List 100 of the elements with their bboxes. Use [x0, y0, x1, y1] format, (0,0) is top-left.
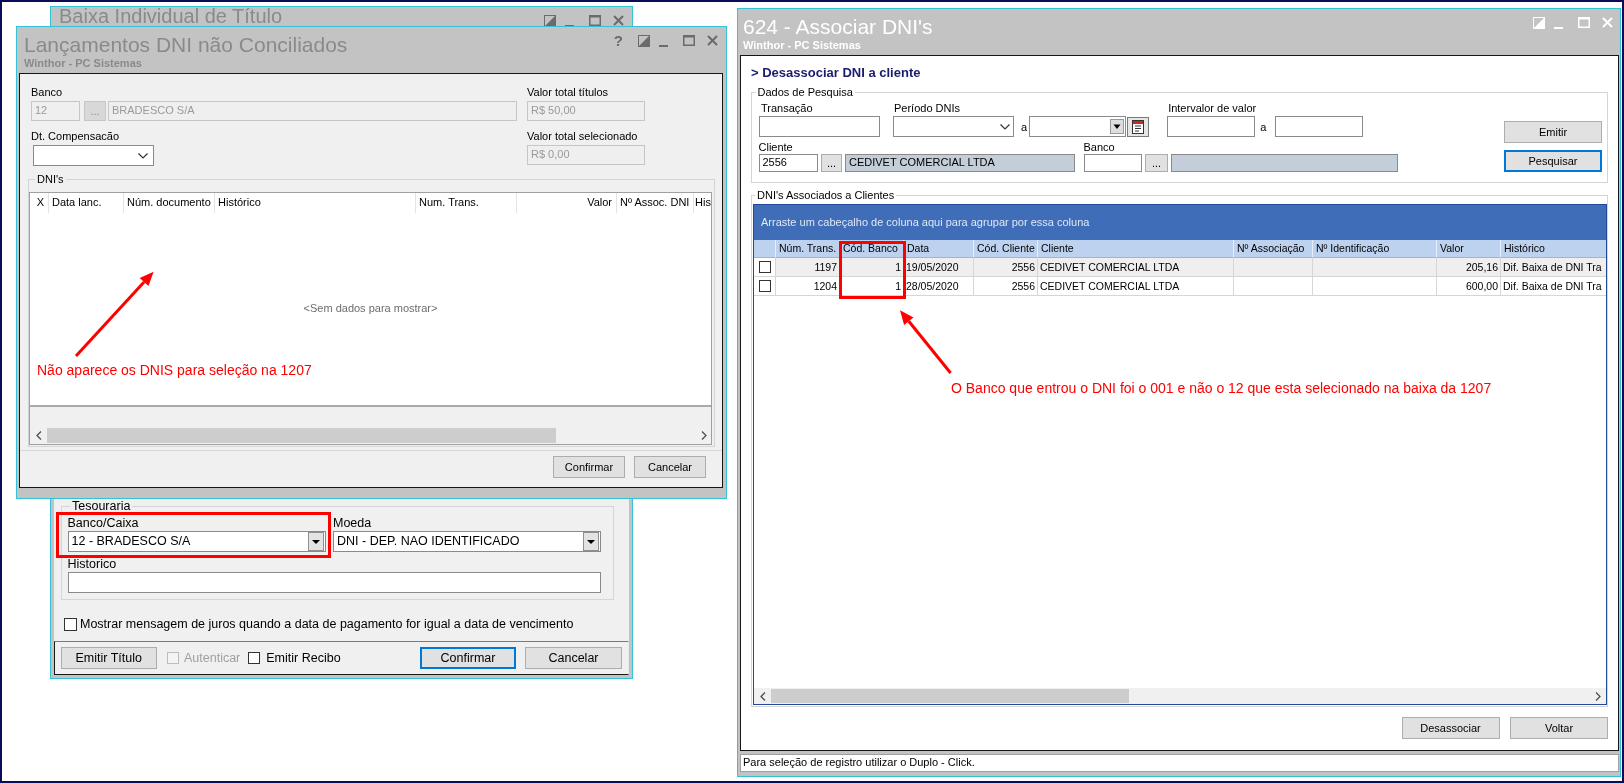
column-header[interactable]: Nº Assoc. DNI [617, 193, 694, 213]
dropdown-field[interactable] [33, 145, 154, 166]
table-cell: 2556 [974, 277, 1038, 296]
horizontal-scrollbar[interactable] [754, 688, 1606, 704]
table-cell: CEDIVET COMERCIAL LTDA [1038, 277, 1234, 296]
window-subtitle: Winthor - PC Sistemas [743, 39, 861, 52]
lookup-button[interactable]: ... [1145, 154, 1168, 172]
table-cell: 1204 [776, 277, 840, 296]
table-row[interactable]: 1197 1 19/05/2020 2556 CEDIVET COMERCIAL LTDA 205,16 Dif. Baixa de DNI Tra [754, 258, 1606, 277]
dropdown-field[interactable]: 12 - BRADESCO S/A [67, 531, 326, 552]
chevron-down-icon [138, 152, 148, 159]
chevron-left-icon[interactable] [759, 691, 766, 701]
maximize-icon[interactable] [589, 15, 601, 26]
group-legend: Tesouraria [70, 499, 133, 514]
field-label: Cliente [758, 140, 793, 154]
scrollbar-thumb[interactable] [771, 689, 1129, 703]
horizontal-scrollbar[interactable] [30, 427, 711, 444]
chevron-down-icon [1000, 123, 1010, 130]
checkbox-label: Emitir Recibo [266, 650, 341, 666]
field-label: Moeda [333, 515, 373, 531]
checkbox[interactable] [758, 280, 771, 292]
field-label: Valor total títulos [527, 85, 610, 99]
table-cell: 600,00 [1437, 277, 1501, 296]
section-heading: > Desassociar DNI a cliente [751, 65, 921, 81]
close-icon[interactable] [706, 35, 718, 46]
window-title: Baixa Individual de Título [59, 7, 283, 25]
scrollbar-thumb[interactable] [46, 428, 556, 443]
annotation-text: O Banco que entrou o DNI foi o 001 e não o 12 que esta selecionado na baixa da 1207 [951, 379, 1492, 397]
split-square-icon[interactable] [638, 34, 650, 47]
column-header[interactable]: Núm. Trans. [776, 240, 840, 258]
field-label: Transação [760, 101, 813, 115]
column-header[interactable]: Cliente [1038, 240, 1234, 258]
column-header[interactable]: Núm. documento [124, 193, 215, 213]
column-header[interactable]: Histórico [215, 193, 416, 213]
annotation-text: Não aparece os DNIS para seleção na 1207 [37, 361, 312, 379]
field-label: Banco/Caixa [67, 515, 140, 531]
table-row[interactable]: 1204 1 28/05/2020 2556 CEDIVET COMERCIAL LTDA 600,00 Dif. Baixa de DNI Tra [754, 277, 1606, 296]
chevron-right-icon[interactable] [1595, 691, 1602, 701]
group-by-panel: Arraste um cabeçalho de coluna aqui para agrupar por essa coluna [754, 205, 1606, 240]
chevron-right-icon[interactable] [700, 431, 707, 440]
window-subtitle: Winthor - PC Sistemas [24, 57, 142, 70]
group-legend: DNI's [35, 172, 66, 186]
dialog-button[interactable]: Confirmar [553, 456, 625, 478]
close-icon[interactable] [612, 15, 624, 26]
column-header[interactable]: Cód. Cliente [974, 240, 1038, 258]
dialog-button[interactable]: Cancelar [525, 647, 622, 669]
column-header[interactable]: Histórico [1501, 240, 1606, 258]
highlight-frame [838, 241, 906, 299]
column-header[interactable]: Valor [1437, 240, 1501, 258]
field-label: Banco [1083, 140, 1115, 154]
chevron-left-icon[interactable] [36, 431, 42, 440]
input-field[interactable] [758, 116, 880, 137]
field-label: Intervalor de valor [1167, 101, 1257, 115]
empty-message: <Sem dados para mostrar> [303, 302, 438, 316]
window-title: Lançamentos DNI não Conciliados [24, 33, 348, 57]
checkbox[interactable] [248, 652, 261, 664]
dropdown-field[interactable] [1029, 116, 1127, 137]
dialog-button[interactable]: Confirmar [420, 647, 516, 669]
dialog-button[interactable]: Cancelar [634, 456, 706, 478]
input-field[interactable] [1167, 116, 1255, 137]
column-header[interactable]: Num. Trans. [416, 193, 517, 213]
checkbox-label: Autenticar [184, 650, 241, 666]
minimize-icon[interactable] [1553, 26, 1563, 29]
table-cell: Dif. Baixa de DNI Tra [1501, 277, 1606, 296]
input-field[interactable] [67, 572, 601, 593]
emitir-titulo-button[interactable]: Emitir Título [60, 647, 157, 669]
dropdown-field[interactable]: DNI - DEP. NAO IDENTIFICADO [333, 531, 601, 552]
checkbox-label: Mostrar mensagem de juros quando a data de pagamento for igual a data de vencimento [80, 617, 574, 632]
input-field[interactable] [1083, 154, 1142, 172]
lookup-button[interactable]: ... [821, 154, 842, 172]
annotation-arrow [900, 310, 952, 374]
checkbox[interactable] [64, 618, 77, 631]
dialog-button[interactable]: Voltar [1510, 717, 1608, 739]
field-label: Dt. Compensacão [31, 129, 121, 143]
field-label: a [1260, 119, 1267, 134]
maximize-icon[interactable] [683, 35, 695, 46]
status-bar: Para seleção de registro utilizar o Duplo - Click. [740, 754, 1619, 772]
field-label: Valor total selecionado [527, 129, 639, 143]
input-field[interactable]: 2556 [758, 154, 818, 172]
field-label: Banco [31, 85, 64, 99]
window-title: 624 - Associar DNI's [743, 15, 933, 39]
column-header[interactable]: Nº Associação [1234, 240, 1313, 258]
column-header[interactable]: Data lanc. [49, 193, 124, 213]
field-label: Período DNIs [893, 101, 961, 115]
input-field: CEDIVET COMERCIAL LTDA [845, 154, 1075, 172]
search-panel-button[interactable]: Emitir [1504, 121, 1602, 143]
dropdown-field[interactable] [893, 116, 1014, 137]
field-label: Historico [67, 556, 118, 572]
field-label: a [1021, 119, 1028, 134]
checkbox[interactable] [758, 261, 771, 273]
table-cell: 28/05/2020 [904, 277, 974, 296]
input-field[interactable] [1275, 116, 1364, 137]
group-legend: DNI's Associados a Clientes [755, 188, 897, 202]
column-header[interactable]: Data [904, 240, 974, 258]
minimize-icon[interactable] [658, 44, 668, 47]
dialog-button[interactable]: Desassociar [1401, 717, 1500, 739]
calendar-icon[interactable] [1127, 116, 1150, 137]
search-panel-button[interactable]: Pesquisar [1504, 150, 1602, 172]
column-header[interactable]: Nº Identificação [1313, 240, 1437, 258]
table-cell: 1 [840, 277, 904, 296]
